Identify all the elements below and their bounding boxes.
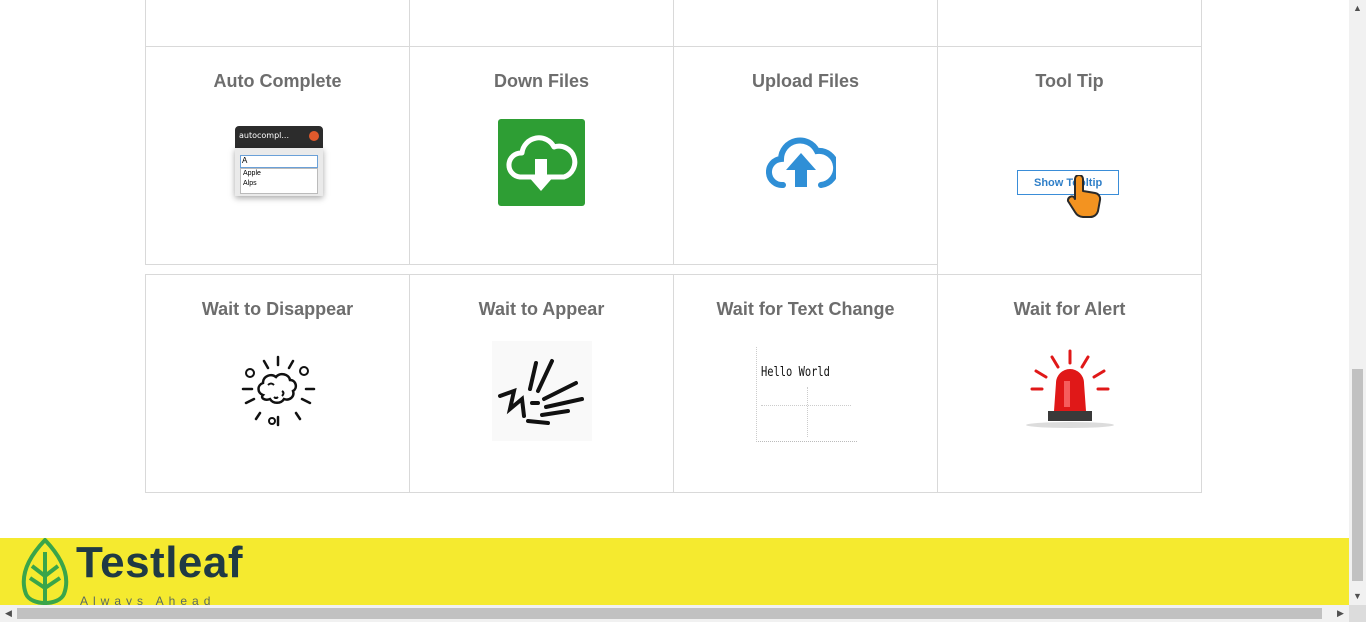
card-title: Auto Complete xyxy=(213,71,342,91)
card-upload-files[interactable]: Upload Files xyxy=(673,46,938,265)
card-title: Tool Tip xyxy=(1035,71,1104,91)
card-wait-to-disappear[interactable]: Wait to Disappear xyxy=(145,274,410,493)
burst-icon xyxy=(492,341,592,441)
brand-name: Testleaf xyxy=(76,538,244,587)
cloud-download-icon xyxy=(498,119,585,206)
scroll-up-arrow-icon[interactable]: ▲ xyxy=(1349,0,1366,17)
autocomplete-illustration: autocompl... A Apple Alps xyxy=(235,126,323,206)
card-title: Wait to Disappear xyxy=(201,299,354,319)
siren-icon xyxy=(1026,349,1114,428)
card-top-2[interactable] xyxy=(409,0,674,47)
horizontal-scroll-thumb[interactable] xyxy=(17,608,1322,619)
card-tool-tip[interactable]: Tool Tip Show Tooltip xyxy=(937,46,1202,275)
hand-pointer-icon xyxy=(1066,175,1102,218)
text-change-illustration: Hello World xyxy=(756,347,857,442)
footer-banner: Testleaf Always Ahead xyxy=(0,538,1349,608)
card-auto-complete[interactable]: Auto Complete autocompl... A Apple Alps xyxy=(145,46,410,265)
explosion-icon xyxy=(241,355,316,427)
card-title: Wait for Alert xyxy=(1013,299,1126,319)
scroll-down-arrow-icon[interactable]: ▼ xyxy=(1349,588,1366,605)
card-wait-for-text-change[interactable]: Wait for Text Change Hello World xyxy=(673,274,938,493)
card-top-4[interactable] xyxy=(937,0,1202,47)
card-title: Wait to Appear xyxy=(478,299,605,319)
card-wait-to-appear[interactable]: Wait to Appear xyxy=(409,274,674,493)
card-wait-for-alert[interactable]: Wait for Alert xyxy=(937,274,1202,493)
scroll-right-arrow-icon[interactable]: ▶ xyxy=(1332,605,1349,622)
autocomplete-input: A xyxy=(240,155,318,168)
card-top-1[interactable] xyxy=(145,0,410,47)
card-title: Wait for Text Change xyxy=(716,299,895,319)
window-title: autocompl... xyxy=(239,131,290,140)
card-title: Upload Files xyxy=(751,71,859,91)
card-title: Down Files xyxy=(493,71,589,91)
scrollbar-corner xyxy=(1349,605,1366,622)
tooltip-illustration: Show Tooltip xyxy=(1017,170,1127,220)
close-icon xyxy=(309,131,319,141)
leaf-logo-icon xyxy=(21,538,69,608)
autocomplete-options: Apple Alps xyxy=(240,168,318,194)
vertical-scroll-thumb[interactable] xyxy=(1352,369,1363,581)
scroll-left-arrow-icon[interactable]: ◀ xyxy=(0,605,17,622)
cloud-upload-icon xyxy=(766,137,836,189)
card-down-files[interactable]: Down Files xyxy=(409,46,674,265)
card-top-3[interactable] xyxy=(673,0,938,47)
hello-world-text: Hello World xyxy=(761,365,830,380)
